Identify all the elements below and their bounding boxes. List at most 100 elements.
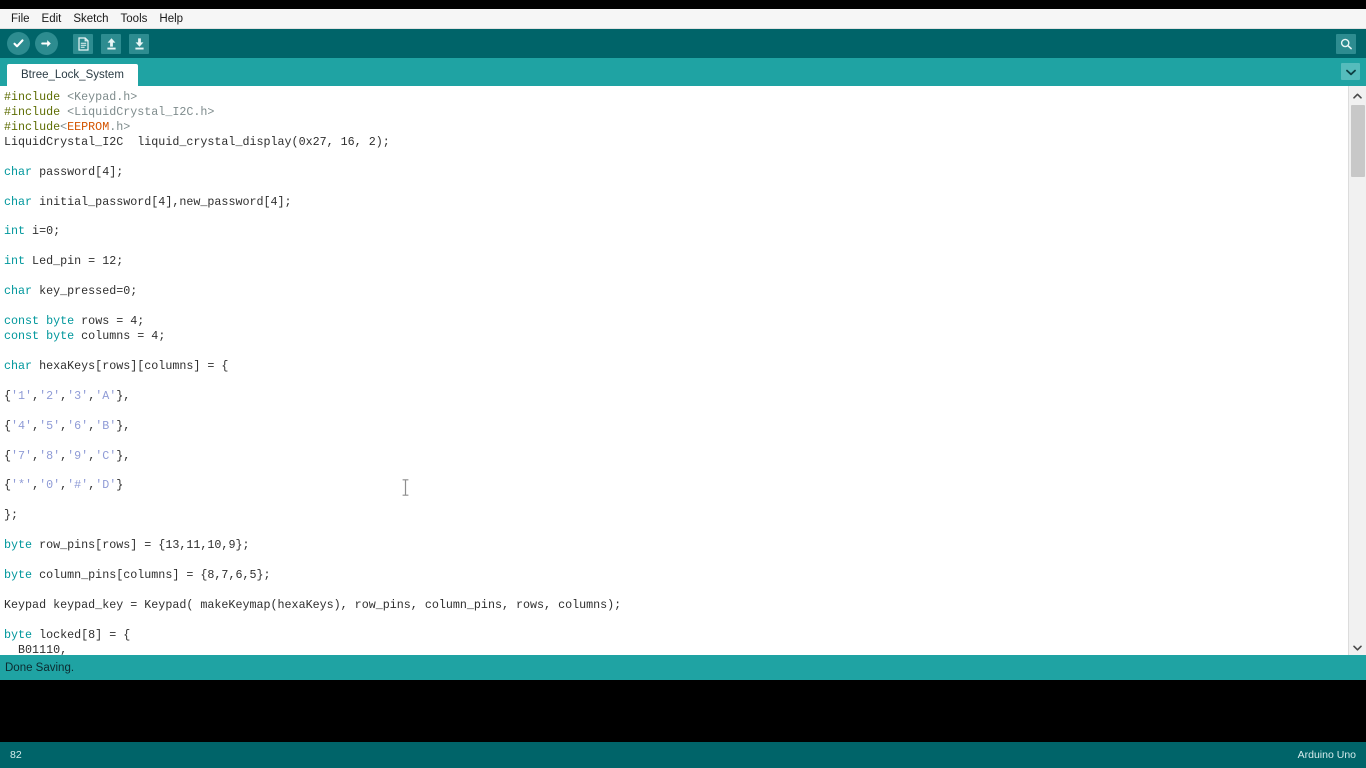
code-token: '9': [67, 448, 89, 463]
code-token: char: [4, 194, 33, 209]
chevron-down-icon: [1345, 63, 1356, 81]
code-token: '6': [67, 418, 89, 433]
code-line: {'7','8','9','C'},: [4, 449, 1348, 464]
code-token: '#': [67, 478, 89, 493]
document-icon: [73, 33, 93, 54]
code-token: .h>: [109, 119, 131, 134]
code-token: {: [4, 418, 12, 433]
sketch-tab-active[interactable]: Btree_Lock_System: [7, 64, 138, 86]
menu-help[interactable]: Help: [153, 10, 189, 28]
open-sketch-button[interactable]: [98, 31, 124, 57]
code-text[interactable]: #include <Keypad.h> #include <LiquidCryst…: [0, 86, 1348, 655]
code-line: LiquidCrystal_I2C liquid_crystal_display…: [4, 135, 1348, 150]
save-sketch-button[interactable]: [126, 31, 152, 57]
code-token: byte: [46, 314, 75, 329]
code-line: B01110,: [4, 643, 1348, 655]
code-line: #include<EEPROM.h>: [4, 120, 1348, 135]
code-token: }: [116, 478, 124, 493]
scrollbar-thumb[interactable]: [1351, 105, 1365, 177]
upload-button[interactable]: [33, 31, 59, 57]
caret-up-icon: [1353, 86, 1362, 104]
arrow-right-icon: [34, 32, 58, 55]
arduino-ide-window: File Edit Sketch Tools Help Btree_Lock_S…: [0, 0, 1366, 768]
menu-tools[interactable]: Tools: [115, 10, 154, 28]
code-token: hexaKeys[rows][columns] = {: [32, 358, 229, 373]
menu-edit[interactable]: Edit: [36, 10, 68, 28]
code-token: '8': [39, 448, 61, 463]
menu-file[interactable]: File: [5, 10, 36, 28]
code-token: char: [4, 284, 33, 299]
code-line: byte locked[8] = {: [4, 628, 1348, 643]
code-line: {'*','0','#','D'}: [4, 478, 1348, 493]
serial-monitor-button[interactable]: [1333, 31, 1359, 57]
code-line: byte row_pins[rows] = {13,11,10,9};: [4, 538, 1348, 553]
bottom-bar: 82 Arduino Uno: [0, 742, 1366, 768]
code-token: Keypad keypad_key = Keypad( makeKeymap(h…: [4, 597, 622, 612]
code-token: B01110,: [4, 642, 68, 655]
scroll-down-button[interactable]: [1349, 638, 1366, 655]
code-token: },: [116, 448, 131, 463]
code-token: #include: [4, 119, 61, 134]
code-line: int i=0;: [4, 224, 1348, 239]
code-line: char hexaKeys[rows][columns] = {: [4, 359, 1348, 374]
code-token: locked[8] = {: [32, 627, 131, 642]
code-token: },: [116, 388, 131, 403]
code-token: <Keypad.h>: [67, 90, 138, 104]
code-token: {: [4, 478, 12, 493]
code-token: columns = 4;: [74, 329, 166, 343]
console-output[interactable]: [0, 680, 1366, 742]
code-token: '7': [11, 448, 33, 463]
code-token: '3': [67, 388, 89, 403]
code-token: rows = 4;: [74, 314, 145, 329]
code-token: byte: [4, 568, 33, 582]
code-line: byte column_pins[columns] = {8,7,6,5};: [4, 568, 1348, 583]
menu-bar: File Edit Sketch Tools Help: [0, 9, 1366, 29]
code-line: char initial_password[4],new_password[4]…: [4, 195, 1348, 210]
menu-sketch[interactable]: Sketch: [67, 10, 114, 28]
code-token: column_pins[columns] = {8,7,6,5};: [32, 568, 271, 582]
scroll-up-button[interactable]: [1349, 86, 1366, 103]
code-token: };: [4, 508, 19, 523]
code-token: const: [4, 329, 40, 343]
code-token: #include: [4, 104, 68, 119]
code-token: LiquidCrystal_I2C liquid_crystal_display…: [4, 134, 390, 149]
code-token: initial_password[4],new_password[4];: [32, 194, 292, 209]
tab-label: Btree_Lock_System: [21, 69, 124, 81]
code-token: char: [4, 358, 33, 373]
code-token: char: [4, 164, 33, 179]
board-indicator: Arduino Uno: [1297, 749, 1356, 761]
new-sketch-button[interactable]: [70, 31, 96, 57]
tab-menu-button[interactable]: [1341, 63, 1360, 80]
code-line: #include <Keypad.h>: [4, 90, 1348, 105]
code-token: {: [4, 448, 12, 463]
code-line: {'4','5','6','B'},: [4, 419, 1348, 434]
code-line: Keypad keypad_key = Keypad( makeKeymap(h…: [4, 598, 1348, 613]
toolbar: [0, 29, 1366, 58]
code-token: int: [4, 224, 26, 239]
editor-scrollbar[interactable]: [1348, 86, 1366, 655]
magnifier-icon: [1336, 33, 1356, 54]
verify-button[interactable]: [5, 31, 31, 57]
code-token: '5': [39, 418, 61, 433]
code-token: '1': [11, 388, 33, 403]
code-line: const byte rows = 4;: [4, 314, 1348, 329]
code-editor[interactable]: #include <Keypad.h> #include <LiquidCryst…: [0, 86, 1366, 655]
arrow-down-icon: [129, 33, 149, 54]
code-line: #include <LiquidCrystal_I2C.h>: [4, 105, 1348, 120]
code-token: byte: [4, 627, 33, 642]
code-token: 'B': [95, 418, 117, 433]
